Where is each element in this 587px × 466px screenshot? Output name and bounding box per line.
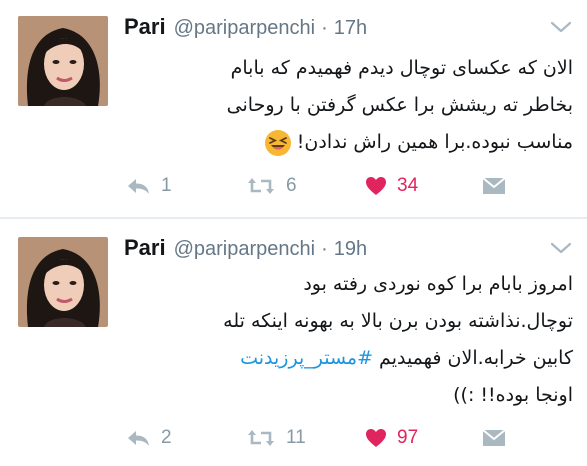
reply-button[interactable]: 1 (125, 171, 172, 201)
tweet-2[interactable]: Pari @pariparpenchi · 19h امروز بابام بر… (0, 219, 587, 466)
tweet-header: Pari @pariparpenchi · 17h (124, 14, 367, 42)
like-button[interactable]: 34 (365, 171, 418, 201)
tweet-header: Pari @pariparpenchi · 19h (124, 235, 367, 263)
hashtag-link[interactable]: #مستر_پرزیدنت (240, 347, 373, 369)
reply-count: 1 (161, 175, 172, 196)
retweet-button[interactable]: 11 (246, 423, 306, 453)
tweet-text-line: مناسب نبوده.برا همین راش ندادن! (150, 124, 573, 161)
timestamp[interactable]: 19h (334, 238, 367, 261)
tweet-text-line: امروز بابام برا کوه نوردی رفته بود (303, 273, 573, 295)
tweet-1[interactable]: Pari @pariparpenchi · 17h الان که عکسای … (0, 0, 587, 218)
separator: · (321, 238, 328, 260)
display-name[interactable]: Pari (124, 14, 166, 40)
retweet-icon (248, 430, 274, 446)
like-button[interactable]: 97 (365, 423, 418, 453)
like-count: 97 (397, 427, 419, 448)
grinning-squinting-face-icon (264, 129, 291, 156)
reply-count: 2 (161, 427, 172, 448)
envelope-icon (482, 429, 506, 446)
tweet-text-fragment: مناسب نبوده.برا همین راش ندادن! (296, 131, 573, 153)
tweet-text-line: توچال.نذاشته بودن برن بالا به بهونه اینک… (223, 310, 573, 332)
chevron-down-icon[interactable] (549, 239, 573, 257)
tweet-actions: 2 11 97 (0, 423, 587, 453)
separator: · (321, 17, 328, 39)
tweet-text: الان که عکسای توچال دیدم فهمیدم که بابام… (150, 50, 573, 161)
direct-message-button[interactable] (482, 171, 506, 201)
avatar-photo (18, 237, 108, 327)
reply-icon (128, 431, 149, 446)
tweet-actions: 1 6 34 (0, 171, 587, 201)
heart-icon (366, 177, 386, 195)
retweet-count: 6 (286, 175, 297, 196)
timestamp[interactable]: 17h (334, 17, 367, 40)
user-handle[interactable]: @pariparpenchi (174, 238, 316, 261)
reply-icon (128, 179, 149, 194)
tweet-text-fragment: کابین خرابه.الان فهمیدیم (379, 347, 573, 369)
retweet-button[interactable]: 6 (246, 171, 297, 201)
like-count: 34 (397, 175, 419, 196)
direct-message-button[interactable] (482, 423, 506, 453)
chevron-down-icon[interactable] (549, 18, 573, 36)
reply-button[interactable]: 2 (125, 423, 172, 453)
user-handle[interactable]: @pariparpenchi (174, 17, 316, 40)
avatar-photo (18, 16, 108, 106)
retweet-count: 11 (286, 427, 306, 448)
heart-icon (366, 429, 386, 447)
avatar[interactable] (18, 16, 108, 106)
tweet-text-line: کابین خرابه.الان فهمیدیم #مستر_پرزیدنت (150, 340, 573, 377)
tweet-text: امروز بابام برا کوه نوردی رفته بود توچال… (150, 266, 573, 414)
retweet-icon (248, 178, 274, 194)
tweet-text-line: بخاطر ته ریشش برا عکس گرفتن با روحانی (226, 94, 573, 116)
tweet-text-line: اونجا بوده!! :)) (453, 384, 573, 406)
display-name[interactable]: Pari (124, 235, 166, 261)
tweet-text-line: الان که عکسای توچال دیدم فهمیدم که بابام (230, 57, 573, 79)
avatar[interactable] (18, 237, 108, 327)
envelope-icon (482, 177, 506, 194)
